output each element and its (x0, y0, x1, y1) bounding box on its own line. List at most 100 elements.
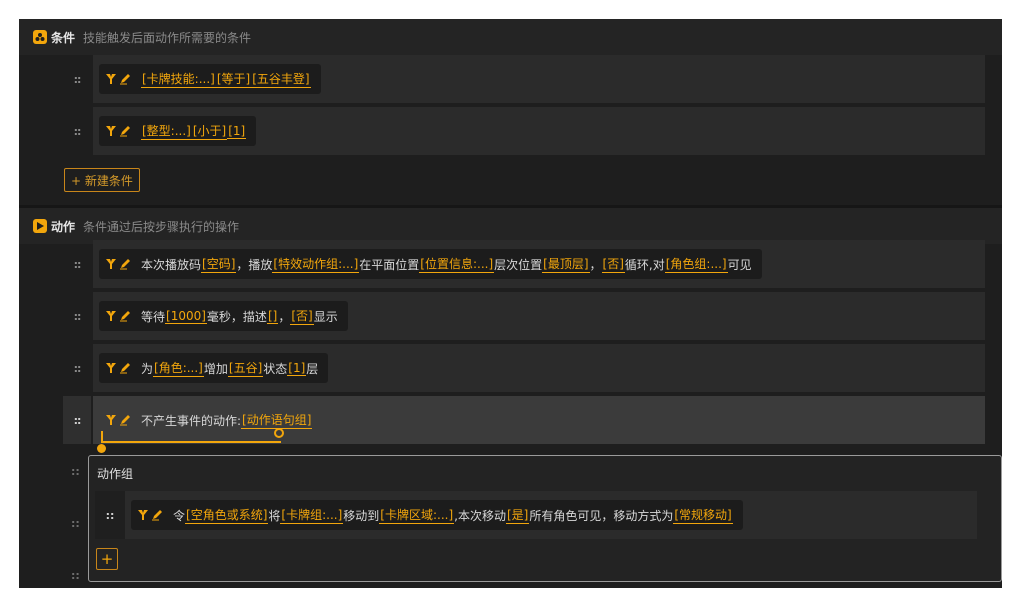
drag-handle[interactable]: :: (69, 107, 85, 155)
parameter-token[interactable]: [等于] (215, 70, 252, 88)
condition-statement[interactable]: [整型:...] [小于] [1] (99, 116, 257, 146)
drag-handle[interactable]: :: (69, 292, 85, 340)
parameter-token[interactable]: [五谷丰登] (251, 70, 311, 88)
parameter-token[interactable]: [动作语句组] (241, 411, 313, 429)
parameter-token[interactable]: [卡牌区域:...] (379, 506, 455, 524)
actions-description: 条件通过后按步骤执行的操作 (83, 219, 240, 234)
edit-icon[interactable] (119, 125, 131, 137)
filter-icon[interactable] (105, 310, 117, 322)
statement-text: 显示 (313, 309, 338, 324)
statement-text: 等待 (141, 309, 166, 324)
parameter-token[interactable]: [特效动作组:...] (272, 255, 360, 273)
action-row[interactable]: 等待 [1000] 毫秒，描述[]， [否] 显示 (93, 292, 985, 340)
edit-icon[interactable] (119, 414, 131, 426)
statement-text: 为 (141, 361, 154, 376)
parameter-token[interactable]: [最顶层] (542, 255, 590, 273)
parameter-token[interactable]: [五谷] (227, 359, 264, 377)
parameter-token[interactable]: [否] (290, 307, 314, 325)
parameter-token[interactable]: [否] (601, 255, 625, 273)
row-tools (105, 125, 131, 137)
statement-text: 令 (173, 508, 186, 523)
statement-text: 循环,对 (624, 257, 665, 272)
row-tools (105, 258, 131, 270)
connector-anchor-icon (274, 428, 284, 438)
conditions-description: 技能触发后面动作所需要的条件 (83, 30, 252, 45)
edit-icon[interactable] (151, 509, 163, 521)
statement-text: 层次位置 (494, 257, 543, 272)
row-tools (105, 414, 131, 426)
drag-handle[interactable]: :: (95, 491, 125, 539)
filter-icon[interactable] (105, 258, 117, 270)
parameter-token[interactable]: [空角色或系统] (185, 506, 269, 524)
parameter-token[interactable]: [位置信息:...] (419, 255, 495, 273)
add-action-button[interactable]: + (96, 548, 118, 570)
parameter-token[interactable]: [卡牌技能:...] (141, 70, 216, 88)
action-row[interactable]: 为 [角色:...] 增加 [五谷] 状态 [1] 层 (93, 344, 985, 392)
statement-text: 在平面位置 (359, 257, 420, 272)
filter-icon[interactable] (105, 125, 117, 137)
parameter-token[interactable]: [] (266, 309, 279, 324)
edit-icon[interactable] (119, 73, 131, 85)
filter-icon[interactable] (105, 73, 117, 85)
action-statement[interactable]: 等待 [1000] 毫秒，描述[]， [否] 显示 (99, 301, 348, 331)
edit-icon[interactable] (119, 310, 131, 322)
statement-text: 可见 (727, 257, 752, 272)
parameter-token[interactable]: [是] (505, 506, 530, 524)
statement-text: 状态 (263, 361, 288, 376)
conditions-header: 条件 技能触发后面动作所需要的条件 (19, 19, 1002, 55)
filter-icon[interactable] (105, 362, 117, 374)
action-group-row[interactable]: :: 令 [空角色或系统] 将 [卡牌组:...] 移动到 [卡牌区域:...] ,本次移动… (95, 491, 977, 539)
condition-statement[interactable]: [卡牌技能:...] [等于] [五谷丰登] (99, 64, 321, 94)
action-statement[interactable]: 令 [空角色或系统] 将 [卡牌组:...] 移动到 [卡牌区域:...] ,本次移动 [是]… (131, 500, 743, 530)
statement-text: 所有角色可见，移动方式为 (529, 508, 674, 523)
parameter-token[interactable]: [小于] (191, 122, 228, 140)
row-tools (105, 362, 131, 374)
play-icon (33, 219, 47, 233)
statement-text: 层 (306, 361, 319, 376)
drag-handle[interactable]: :: (69, 240, 85, 288)
filter-icon[interactable] (105, 414, 117, 426)
parameter-token[interactable]: [常规移动] (673, 506, 733, 524)
conditions-icon (33, 30, 47, 44)
drag-handle[interactable]: :: (71, 465, 80, 478)
drag-handle[interactable]: :: (71, 517, 80, 530)
statement-text: 增加 (203, 361, 228, 376)
statement-text: 本次播放码 (141, 257, 202, 272)
action-row[interactable]: 本次播放码 [空码] ，播放 [特效动作组:...] 在平面位置 [位置信息:...] 层次… (93, 240, 985, 288)
actions-header: 动作 条件通过后按步骤执行的操作 (19, 205, 1002, 244)
parameter-token[interactable]: [整型:...] (141, 122, 192, 140)
actions-title: 动作 (51, 219, 76, 234)
parameter-token[interactable]: [角色组:...] (664, 255, 728, 273)
statement-text: ，播放 (236, 257, 273, 272)
connector-dot (97, 444, 106, 453)
parameter-token[interactable]: [卡牌组:...] (280, 506, 344, 524)
edit-icon[interactable] (119, 362, 131, 374)
condition-row[interactable]: [卡牌技能:...] [等于] [五谷丰登] (93, 55, 985, 103)
group-connector-line (101, 431, 281, 443)
action-statement[interactable]: 为 [角色:...] 增加 [五谷] 状态 [1] 层 (99, 353, 329, 383)
new-condition-button[interactable]: + 新建条件 (64, 168, 140, 192)
filter-icon[interactable] (137, 509, 149, 521)
parameter-token[interactable]: [1000] (165, 309, 207, 324)
statement-text: ， (278, 309, 291, 324)
edit-icon[interactable] (119, 258, 131, 270)
skill-editor-window: 条件 技能触发后面动作所需要的条件 :: [卡牌技能:...] [等于] [五谷丰登… (19, 19, 1002, 588)
action-group-popup: 动作组 :: 令 [空角色或系统] 将 [卡牌组:...] 移动到 [卡牌区域:...],… (88, 455, 1002, 582)
action-statement[interactable]: 本次播放码 [空码] ，播放 [特效动作组:...] 在平面位置 [位置信息:...] 层次… (99, 249, 762, 279)
statement-text: 移动到 (343, 508, 380, 523)
drag-handle[interactable]: :: (69, 344, 85, 392)
statement-text: 将 (268, 508, 281, 523)
statement-text: 不产生事件的动作: (141, 413, 242, 428)
parameter-token[interactable]: [1] (227, 124, 247, 139)
parameter-token[interactable]: [角色:...] (153, 359, 204, 377)
conditions-title: 条件 (51, 30, 76, 45)
drag-handle[interactable]: :: (69, 55, 85, 103)
condition-row[interactable]: [整型:...] [小于] [1] (93, 107, 985, 155)
row-tools (137, 509, 163, 521)
row-tools (105, 310, 131, 322)
drag-handle-active[interactable]: :: (63, 396, 91, 444)
parameter-token[interactable]: [1] (287, 361, 307, 376)
parameter-token[interactable]: [空码] (201, 255, 237, 273)
statement-text: 毫秒，描述 (206, 309, 267, 324)
drag-handle[interactable]: :: (71, 569, 80, 582)
